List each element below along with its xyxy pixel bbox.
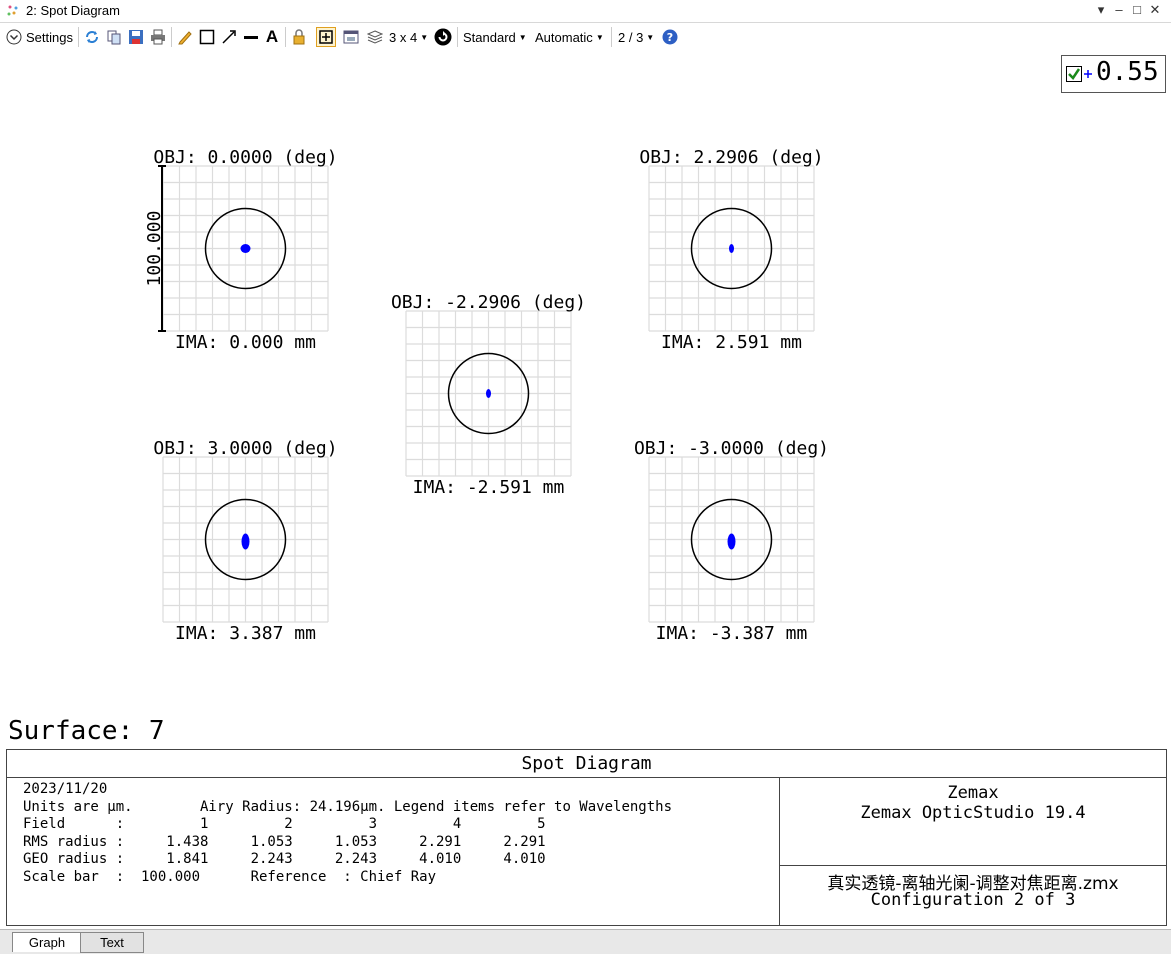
spot-points bbox=[486, 389, 491, 398]
wavelength-value: 0.55 bbox=[1096, 57, 1159, 87]
rectangle-icon[interactable] bbox=[198, 27, 216, 47]
print-icon[interactable] bbox=[149, 27, 167, 47]
field-obj-label: OBJ: -3.0000 (deg) bbox=[634, 438, 829, 459]
tab-text[interactable]: Text bbox=[80, 932, 144, 953]
minimize-button[interactable]: – bbox=[1110, 2, 1128, 17]
company-name: Zemax bbox=[947, 783, 999, 803]
zoom-fit-icon[interactable] bbox=[316, 27, 336, 47]
info-line: Units are µm. Airy Radius: 24.196µm. Leg… bbox=[23, 798, 673, 815]
chevron-down-circle-icon bbox=[6, 29, 22, 45]
configuration-info: Configuration 2 of 3 bbox=[870, 890, 1076, 910]
caret-down-icon: ▼ bbox=[518, 32, 527, 42]
scale-bar-label: 100.000 bbox=[144, 211, 165, 287]
line-icon[interactable] bbox=[242, 27, 260, 47]
save-icon[interactable] bbox=[127, 27, 145, 47]
spot-points bbox=[241, 533, 250, 550]
info-title: Spot Diagram bbox=[7, 750, 1166, 778]
spot-points bbox=[727, 533, 736, 550]
window-icon[interactable] bbox=[342, 27, 360, 47]
info-line: Field : 1 2 3 4 5 bbox=[23, 816, 546, 832]
text-icon[interactable]: A bbox=[263, 27, 281, 47]
caret-down-icon: ▼ bbox=[646, 32, 655, 42]
field-obj-label: OBJ: -2.2906 (deg) bbox=[391, 292, 586, 313]
info-line: RMS radius : 1.438 1.053 1.053 2.291 2.2… bbox=[23, 833, 546, 850]
info-line: Scale bar : 100.000 Reference : Chief Ra… bbox=[23, 868, 437, 885]
field-ima-label: IMA: 2.591 mm bbox=[661, 332, 802, 353]
tab-graph[interactable]: Graph bbox=[12, 932, 82, 952]
spot-points bbox=[240, 244, 251, 253]
configuration-dropdown[interactable]: 2 / 3 ▼ bbox=[618, 27, 654, 47]
maximize-button[interactable]: □ bbox=[1128, 2, 1146, 17]
info-panel: Spot Diagram 2023/11/20 Units are µm. Air… bbox=[6, 749, 1167, 926]
spot-points bbox=[729, 244, 734, 253]
tab-text-label: Text bbox=[100, 935, 124, 950]
settings-button[interactable]: Settings bbox=[6, 27, 73, 47]
automatic-dropdown[interactable]: Automatic ▼ bbox=[535, 27, 604, 47]
help-icon[interactable]: ? bbox=[661, 27, 679, 47]
title-bar: 2: Spot Diagram ▾ – □ ✕ bbox=[0, 0, 1171, 23]
settings-label: Settings bbox=[26, 29, 73, 45]
spot-diagram-app-icon bbox=[7, 5, 18, 16]
standard-dropdown[interactable]: Standard ▼ bbox=[463, 27, 527, 47]
toolbar: Settings A 3 x 4 ▼ Standard ▼ Automatic ▼ 2… bbox=[0, 23, 1171, 51]
product-name: Zemax OpticStudio 19.4 bbox=[860, 803, 1086, 823]
surface-label: Surface: 7 bbox=[8, 716, 165, 746]
field-obj-label: OBJ: 0.0000 (deg) bbox=[153, 147, 337, 168]
field-ima-label: IMA: -3.387 mm bbox=[656, 623, 808, 644]
arrow-icon[interactable] bbox=[220, 27, 238, 47]
field-ima-label: IMA: 3.387 mm bbox=[175, 623, 316, 644]
tab-bar: Graph Text bbox=[0, 929, 1171, 954]
field-ima-label: IMA: 0.000 mm bbox=[175, 332, 316, 353]
field-obj-label: OBJ: 3.0000 (deg) bbox=[153, 438, 337, 459]
spot-diagram-plot: OBJ: 0.0000 (deg) IMA: 0.000 mm OBJ: 2.290… bbox=[144, 147, 829, 644]
info-line: GEO radius : 1.841 2.243 2.243 4.010 4.0… bbox=[23, 851, 546, 867]
field-obj-label: OBJ: 2.2906 (deg) bbox=[639, 147, 823, 168]
refresh-icon[interactable] bbox=[83, 27, 101, 47]
layout-label: 3 x 4 bbox=[389, 29, 418, 45]
checkbox-checked-icon[interactable] bbox=[1066, 66, 1082, 82]
field-ima-label: IMA: -2.591 mm bbox=[413, 477, 565, 498]
info-line: 2023/11/20 bbox=[23, 781, 108, 797]
info-details: 2023/11/20 Units are µm. Airy Radius: 24.… bbox=[23, 781, 672, 886]
caret-down-icon: ▼ bbox=[595, 32, 604, 42]
wavelength-legend[interactable]: 0.55 bbox=[1061, 55, 1166, 93]
configuration-label: 2 / 3 bbox=[618, 29, 644, 45]
automatic-label: Automatic bbox=[535, 29, 593, 45]
window-title: 2: Spot Diagram bbox=[26, 3, 120, 18]
plus-marker-icon bbox=[1084, 70, 1092, 78]
standard-label: Standard bbox=[463, 29, 516, 45]
pencil-icon[interactable] bbox=[176, 27, 194, 47]
lock-icon[interactable] bbox=[290, 27, 308, 47]
close-button[interactable]: ✕ bbox=[1146, 2, 1164, 18]
tab-graph-label: Graph bbox=[28, 935, 66, 950]
rotate-icon[interactable] bbox=[433, 27, 453, 47]
svg-text:?: ? bbox=[667, 31, 673, 44]
copy-icon[interactable] bbox=[105, 27, 123, 47]
dropdown-icon[interactable]: ▾ bbox=[1092, 2, 1110, 18]
layers-icon[interactable] bbox=[366, 27, 384, 47]
layout-dropdown[interactable]: 3 x 4 ▼ bbox=[389, 27, 428, 47]
caret-down-icon: ▼ bbox=[420, 32, 429, 42]
